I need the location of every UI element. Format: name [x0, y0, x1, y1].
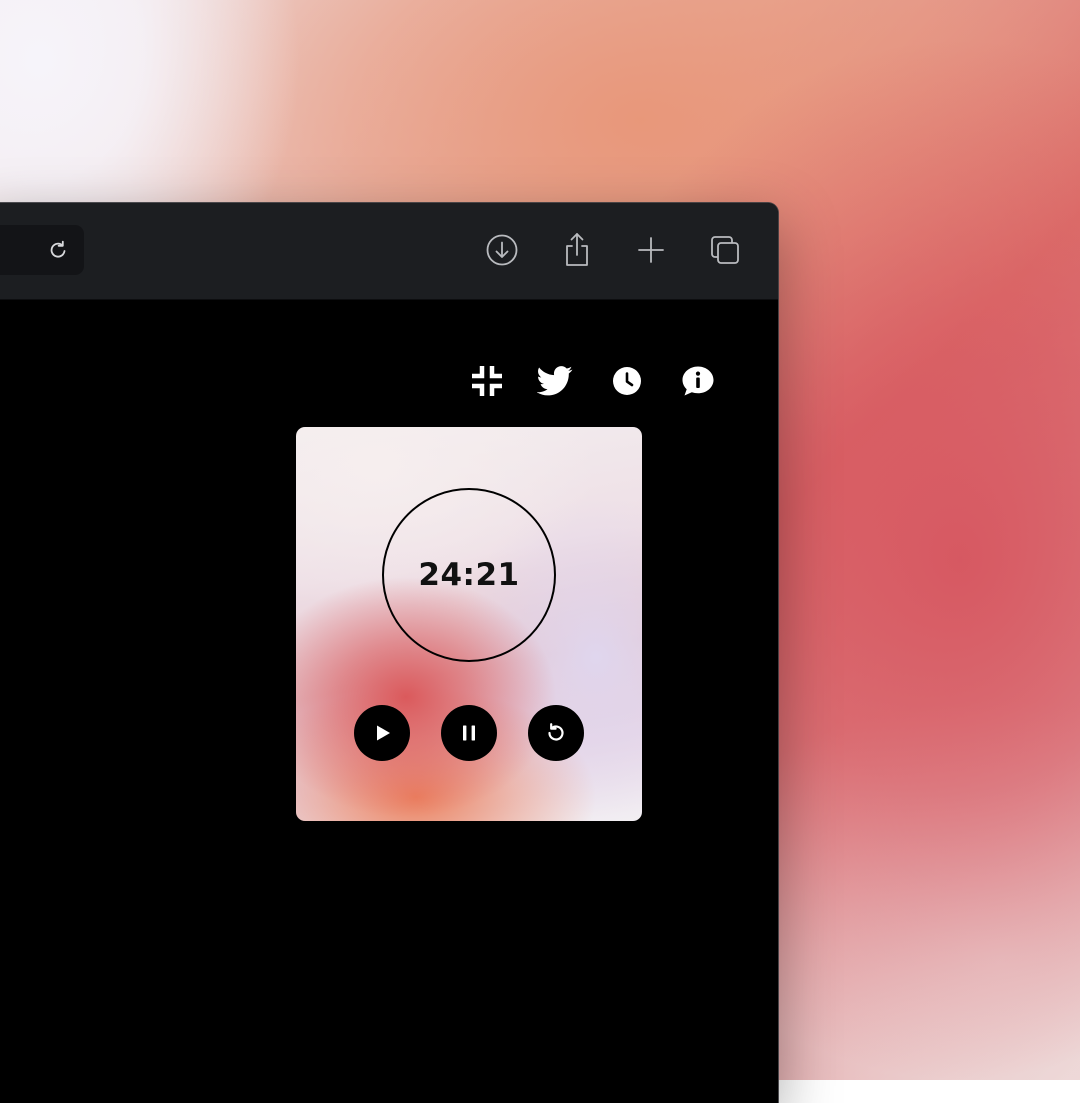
- reload-icon[interactable]: [46, 238, 70, 262]
- history-clock-icon[interactable]: [607, 361, 647, 401]
- timer-ring: 24:21: [382, 488, 556, 662]
- reset-icon: [548, 723, 564, 741]
- tabs-overview-icon[interactable]: [706, 231, 744, 269]
- address-bar[interactable]: [0, 225, 84, 275]
- new-tab-icon[interactable]: [632, 231, 670, 269]
- reset-button[interactable]: [528, 705, 584, 761]
- timer-display: 24:21: [418, 557, 520, 593]
- browser-toolbar: [0, 203, 778, 300]
- info-chat-icon[interactable]: [678, 361, 718, 401]
- play-button[interactable]: [354, 705, 410, 761]
- page-content: 24:21: [0, 300, 778, 1103]
- share-icon[interactable]: [558, 231, 596, 269]
- twitter-icon[interactable]: [535, 361, 575, 401]
- pause-icon: [463, 725, 475, 741]
- play-icon: [377, 725, 390, 741]
- browser-window: 24:21: [0, 203, 778, 1103]
- download-icon[interactable]: [483, 231, 521, 269]
- timer-card: 24:21: [296, 427, 642, 821]
- pause-button[interactable]: [441, 705, 497, 761]
- exit-fullscreen-icon[interactable]: [467, 361, 507, 401]
